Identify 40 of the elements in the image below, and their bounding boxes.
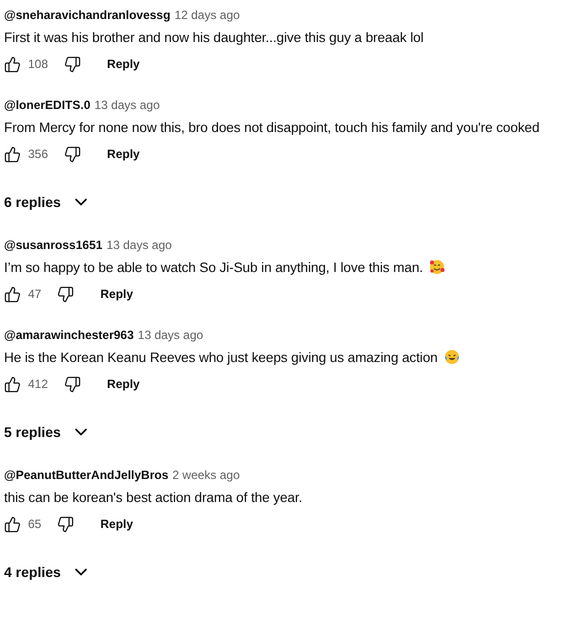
comment-time[interactable]: 13 days ago [138,328,204,342]
laughing-tears-icon [444,349,460,365]
like-count: 47 [28,287,42,301]
comment-text: First it was his brother and now his daughter...give this guy a breaak lol [4,30,424,44]
replies-toggle[interactable]: 4 replies [4,554,91,590]
reply-button[interactable]: Reply [88,281,146,307]
comment-author[interactable]: @PeanutButterAndJellyBros [4,468,168,482]
replies-toggle[interactable]: 5 replies [4,414,91,450]
smiling-face-hearts-icon [428,259,445,275]
dislike-icon[interactable] [57,516,74,532]
comment-text: He is the Korean Keanu Reeves who just keeps giving us amazing action [4,350,438,364]
reply-button[interactable]: Reply [95,371,152,397]
dislike-icon[interactable] [64,376,82,392]
replies-toggle[interactable]: 6 replies [4,184,91,220]
comment-author[interactable]: @susanross1651 [4,238,102,252]
like-icon[interactable] [4,286,21,302]
comment-author[interactable]: @sneharavichandranlovessg [4,8,170,22]
comment-text: From Mercy for none now this, bro does not disappoint, touch his family and you're cooked [4,120,540,134]
dislike-icon[interactable] [57,286,74,302]
comment-time[interactable]: 13 days ago [94,98,160,112]
reply-button[interactable]: Reply [88,511,146,537]
comment-text: I’m so happy to be able to watch So Ji-Sub in anything, I love this man. [4,260,423,274]
like-icon[interactable] [4,516,21,532]
comment-time[interactable]: 2 weeks ago [172,468,240,482]
like-icon[interactable] [4,56,21,72]
like-count: 356 [28,147,48,161]
dislike-icon[interactable] [64,146,82,162]
comment-time[interactable]: 13 days ago [106,238,172,252]
like-count: 412 [28,377,48,391]
like-icon[interactable] [4,376,21,392]
comment-author[interactable]: @lonerEDITS.0 [4,98,90,112]
comment-text: this can be korean's best action drama of the year. [4,490,302,504]
like-count: 65 [28,517,42,531]
reply-button[interactable]: Reply [95,141,152,167]
dislike-icon[interactable] [64,56,82,72]
reply-button[interactable]: Reply [95,51,152,77]
comment-time[interactable]: 12 days ago [174,8,240,22]
like-count: 108 [28,57,48,71]
like-icon[interactable] [4,146,21,162]
comment-author[interactable]: @amarawinchester963 [4,328,134,342]
